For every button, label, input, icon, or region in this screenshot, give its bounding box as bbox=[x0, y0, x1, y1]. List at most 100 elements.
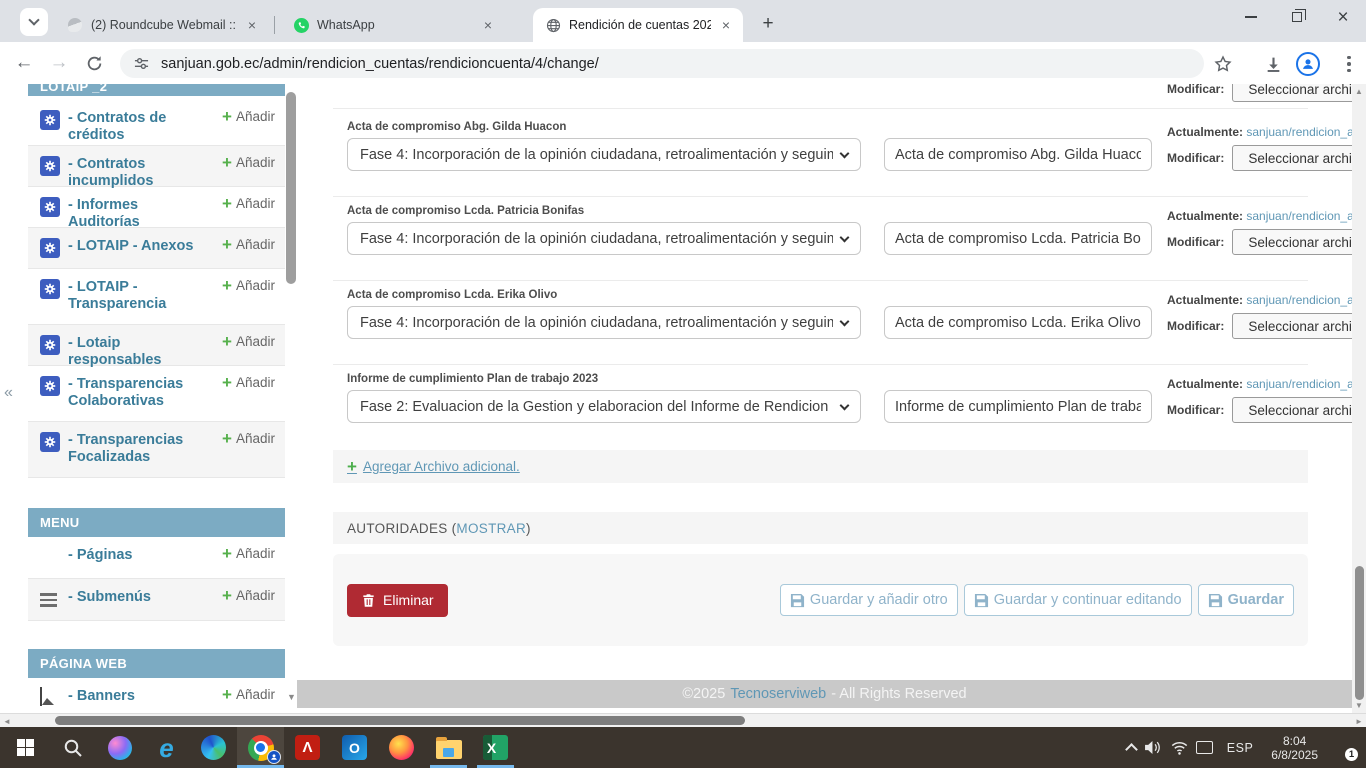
add-link[interactable]: Añadir bbox=[222, 237, 275, 252]
taskbar-outlook-button[interactable]: O bbox=[331, 727, 378, 768]
add-link[interactable]: Añadir bbox=[222, 546, 275, 561]
sidebar-item-transparencias-focalizadas[interactable]: - Transparencias Focalizadas Añadir bbox=[28, 422, 285, 478]
bookmark-star-icon[interactable] bbox=[1210, 51, 1236, 77]
address-bar[interactable]: sanjuan.gob.ec/admin/rendicion_cuentas/r… bbox=[120, 49, 1204, 78]
row-separator bbox=[333, 280, 1308, 281]
url-text[interactable]: sanjuan.gob.ec/admin/rendicion_cuentas/r… bbox=[161, 56, 599, 72]
save-button[interactable]: Guardar bbox=[1198, 584, 1294, 616]
scroll-down-icon[interactable]: ▼ bbox=[1352, 701, 1366, 710]
taskbar-copilot-button[interactable] bbox=[96, 727, 143, 768]
select-file-button[interactable]: Seleccionar archivo bbox=[1232, 313, 1352, 339]
file-name-input[interactable] bbox=[884, 222, 1152, 255]
sidebar-item-submenus[interactable]: - Submenús Añadir bbox=[28, 579, 285, 621]
close-tab-icon[interactable]: × bbox=[717, 16, 735, 34]
phase-select[interactable]: Fase 4: Incorporación de la opinión ciud… bbox=[347, 222, 861, 255]
vertical-scrollbar-thumb[interactable] bbox=[1355, 566, 1364, 700]
add-additional-file-link[interactable]: Agregar Archivo adicional. bbox=[347, 457, 520, 477]
add-link[interactable]: Añadir bbox=[222, 155, 275, 170]
phase-select[interactable]: Fase 2: Evaluacion de la Gestion y elabo… bbox=[347, 390, 861, 423]
scroll-up-icon[interactable]: ▲ bbox=[1352, 87, 1366, 96]
sidebar-item-contratos-incumplidos[interactable]: - Contratos incumplidos Añadir bbox=[28, 146, 285, 187]
profile-avatar-icon[interactable] bbox=[1295, 51, 1321, 77]
add-link[interactable]: Añadir bbox=[222, 375, 275, 390]
taskbar-edge-button[interactable] bbox=[190, 727, 237, 768]
save-and-continue-button[interactable]: Guardar y continuar editando bbox=[964, 584, 1192, 616]
current-file-link[interactable]: sanjuan/rendicion_arch bbox=[1246, 209, 1352, 223]
site-settings-icon[interactable] bbox=[134, 56, 149, 71]
save-and-add-button[interactable]: Guardar y añadir otro bbox=[780, 584, 958, 616]
select-file-button[interactable]: Seleccionar archivo bbox=[1232, 145, 1352, 171]
minimize-button[interactable] bbox=[1228, 0, 1274, 34]
download-icon[interactable] bbox=[1260, 51, 1286, 77]
horizontal-scrollbar[interactable]: ◄ ► bbox=[0, 713, 1366, 727]
add-link[interactable]: Añadir bbox=[222, 278, 275, 293]
sidebar-item-contratos-creditos[interactable]: - Contratos de créditos Añadir bbox=[28, 96, 285, 146]
phase-select[interactable]: Fase 4: Incorporación de la opinión ciud… bbox=[347, 138, 861, 171]
taskbar-file-explorer-button[interactable] bbox=[425, 727, 472, 768]
reload-button[interactable] bbox=[80, 49, 108, 77]
language-indicator[interactable]: ESP bbox=[1221, 741, 1260, 755]
add-link[interactable]: Añadir bbox=[222, 588, 275, 603]
file-name-input[interactable] bbox=[884, 138, 1152, 171]
select-file-button[interactable]: Seleccionar archivo bbox=[1232, 397, 1352, 423]
footer-company-link[interactable]: Tecnoserviweb bbox=[730, 686, 826, 702]
sidebar-item-lotaip-anexos[interactable]: - LOTAIP - Anexos Añadir bbox=[28, 228, 285, 269]
gear-icon bbox=[40, 376, 60, 396]
back-button[interactable]: ← bbox=[10, 49, 38, 77]
close-window-button[interactable]: × bbox=[1320, 0, 1366, 34]
add-link[interactable]: Añadir bbox=[222, 687, 275, 702]
sidebar-scroll-down-icon[interactable]: ▼ bbox=[287, 692, 296, 702]
add-link[interactable]: Añadir bbox=[222, 431, 275, 446]
add-link[interactable]: Añadir bbox=[222, 109, 275, 124]
scroll-left-icon[interactable]: ◄ bbox=[0, 717, 14, 726]
acrobat-icon: Λ bbox=[295, 735, 320, 760]
close-tab-icon[interactable]: × bbox=[479, 16, 497, 34]
taskbar-chrome-button[interactable] bbox=[237, 727, 284, 768]
wifi-icon[interactable] bbox=[1171, 741, 1188, 755]
phase-select[interactable]: Fase 4: Incorporación de la opinión ciud… bbox=[347, 306, 861, 339]
file-name-input[interactable] bbox=[884, 390, 1152, 423]
sidebar-item-lotaip-responsables[interactable]: - Lotaip responsables Añadir bbox=[28, 325, 285, 366]
volume-icon[interactable] bbox=[1144, 740, 1163, 755]
sidebar-item-lotaip-transparencia[interactable]: - LOTAIP - Transparencia Añadir bbox=[28, 269, 285, 325]
sidebar-item-informes-auditorias[interactable]: - Informes Auditorías Añadir bbox=[28, 187, 285, 228]
sidebar-item-transparencias-colaborativas[interactable]: - Transparencias Colaborativas Añadir bbox=[28, 366, 285, 422]
file-name-input[interactable] bbox=[884, 306, 1152, 339]
current-file-link[interactable]: sanjuan/rendicion_arch bbox=[1246, 293, 1352, 307]
scroll-right-icon[interactable]: ► bbox=[1352, 717, 1366, 726]
close-tab-icon[interactable]: × bbox=[243, 16, 261, 34]
notification-center-button[interactable]: 1 bbox=[1334, 738, 1356, 758]
taskbar-acrobat-button[interactable]: Λ bbox=[284, 727, 331, 768]
vertical-scrollbar[interactable]: ▲ ▼ bbox=[1352, 84, 1366, 713]
taskbar-excel-button[interactable]: X bbox=[472, 727, 519, 768]
select-file-button[interactable]: Seleccionar archivo bbox=[1232, 84, 1352, 102]
horizontal-scrollbar-thumb[interactable] bbox=[55, 716, 745, 725]
tab-rendicion-active[interactable]: Rendición de cuentas 2024 | Mo × bbox=[533, 8, 743, 42]
forward-button[interactable]: → bbox=[45, 49, 73, 77]
browser-menu-icon[interactable] bbox=[1336, 51, 1362, 77]
sidebar-collapse-toggle[interactable]: « bbox=[4, 384, 13, 402]
sidebar-item-paginas[interactable]: - Páginas Añadir bbox=[28, 537, 285, 579]
taskbar-firefox-button[interactable] bbox=[378, 727, 425, 768]
remote-display-icon[interactable] bbox=[1196, 741, 1213, 754]
add-link[interactable]: Añadir bbox=[222, 196, 275, 211]
current-file-link[interactable]: sanjuan/rendicion_arch bbox=[1246, 377, 1352, 391]
select-file-button[interactable]: Seleccionar archivo bbox=[1232, 229, 1352, 255]
taskbar-clock[interactable]: 8:04 6/8/2025 bbox=[1267, 734, 1322, 762]
tab-roundcube[interactable]: (2) Roundcube Webmail :: Entra × bbox=[55, 8, 269, 42]
delete-button[interactable]: Eliminar bbox=[347, 584, 448, 617]
sidebar-scrollbar-thumb[interactable] bbox=[286, 92, 296, 284]
current-file-link[interactable]: sanjuan/rendicion_arch bbox=[1246, 125, 1352, 139]
sidebar-scrollbar[interactable] bbox=[285, 84, 297, 713]
add-link[interactable]: Añadir bbox=[222, 334, 275, 349]
restore-button[interactable] bbox=[1274, 0, 1320, 34]
tab-search-button[interactable] bbox=[20, 8, 48, 36]
taskbar-search-button[interactable] bbox=[49, 727, 96, 768]
show-authorities-link[interactable]: MOSTRAR bbox=[456, 521, 526, 536]
sidebar-item-banners[interactable]: - Banners Añadir bbox=[28, 678, 285, 713]
taskbar-ie-button[interactable]: e bbox=[143, 727, 190, 768]
start-button[interactable] bbox=[2, 727, 49, 768]
hidden-icons-chevron-icon[interactable] bbox=[1125, 743, 1138, 756]
new-tab-button[interactable] bbox=[756, 12, 780, 36]
tab-whatsapp[interactable]: WhatsApp × bbox=[281, 8, 505, 42]
